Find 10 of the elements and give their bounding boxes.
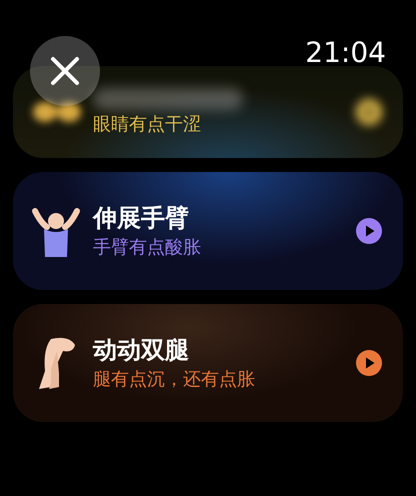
close-icon bbox=[50, 56, 80, 86]
card-subtitle: 眼睛有点干涩 bbox=[93, 114, 202, 136]
exercise-card[interactable]: 眼睛有点干涩 bbox=[13, 66, 403, 158]
card-subtitle: 腿有点沉，还有点胀 bbox=[93, 368, 256, 390]
card-title: 伸展手臂 bbox=[93, 204, 190, 233]
card-subtitle: 手臂有点酸胀 bbox=[93, 236, 202, 258]
close-button[interactable] bbox=[30, 36, 100, 106]
exercise-card[interactable]: 伸展手臂 手臂有点酸胀 bbox=[13, 172, 403, 290]
exercise-card[interactable]: 动动双腿 腿有点沉，还有点胀 bbox=[13, 304, 403, 422]
card-title: 动动双腿 bbox=[93, 336, 190, 365]
